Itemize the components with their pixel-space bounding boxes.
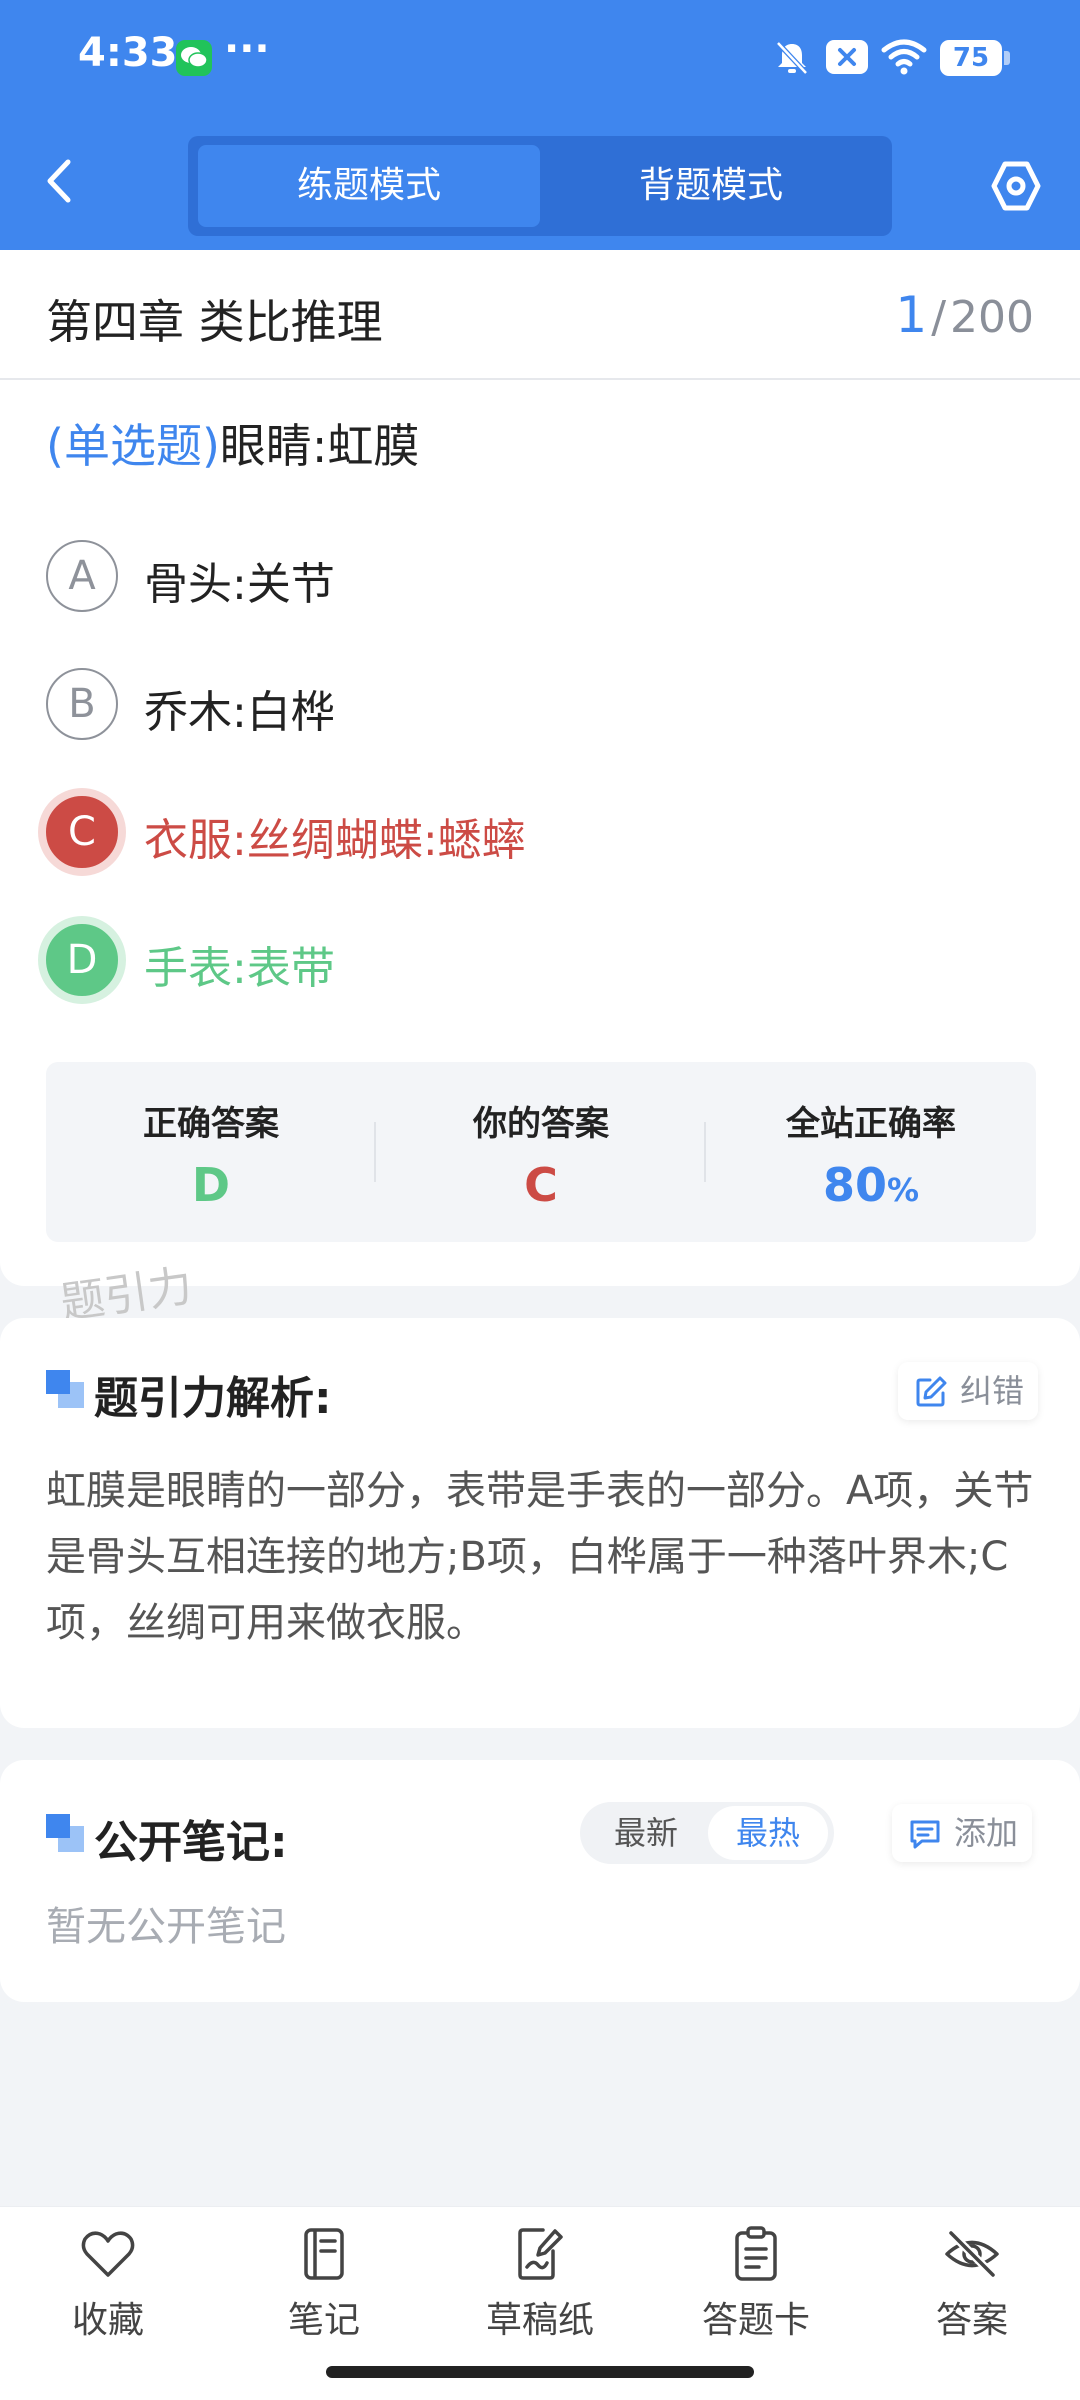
option-text: 乔木:白桦: [144, 687, 335, 738]
show-answer-button[interactable]: 答案: [882, 2225, 1062, 2365]
comment-icon: [910, 1820, 940, 1849]
stat-label: 正确答案: [143, 1104, 279, 1144]
stat-correct-answer: 正确答案 D: [46, 1062, 376, 1242]
progress-total: 200: [950, 292, 1034, 343]
question-card: 第四章 类比推理 1/200 (单选题)眼睛:虹膜 A 骨头:关节 B 乔木:白…: [0, 250, 1080, 1286]
empty-notes-message: 暂无公开笔记: [46, 1904, 286, 1950]
analysis-card: 题引力解析: 纠错 虹膜是眼睛的一部分，表带是手表的一部分。A项，关节是骨头互相…: [0, 1318, 1080, 1728]
question-stem: (单选题)眼睛:虹膜: [46, 410, 419, 476]
sort-newest-button[interactable]: 最新: [586, 1806, 706, 1860]
progress-current: 1: [895, 286, 928, 344]
question-progress: 1/200: [895, 286, 1034, 344]
heart-icon: [81, 2231, 135, 2277]
favorite-button[interactable]: 收藏: [18, 2225, 198, 2365]
stat-value: D: [191, 1158, 231, 1212]
bar-label: 答案: [935, 2300, 1008, 2341]
app-header: 4:33 ··· 75 练题模式 背题模式: [0, 0, 1080, 250]
tab-practice-mode[interactable]: 练题模式: [198, 145, 540, 227]
draft-paper-button[interactable]: 草稿纸: [450, 2225, 630, 2365]
stat-value: 80%: [706, 1158, 1036, 1212]
option-b[interactable]: B 乔木:白桦: [46, 668, 1036, 742]
answer-stats: 正确答案 D 你的答案 C 全站正确率 80%: [46, 1062, 1036, 1242]
wifi-icon: [880, 36, 928, 80]
sort-hottest-button[interactable]: 最热: [708, 1806, 828, 1860]
option-c[interactable]: C 衣服:丝绸蝴蝶:蟋蟀: [46, 796, 1036, 870]
public-notes-card: 公开笔记: 最新 最热 添加 暂无公开笔记: [0, 1760, 1080, 2002]
draft-icon: [518, 2228, 563, 2280]
question-type: (单选题): [46, 419, 220, 473]
bar-label: 笔记: [287, 2300, 360, 2341]
status-overflow-dots: ···: [224, 26, 270, 72]
report-error-button[interactable]: 纠错: [898, 1362, 1039, 1420]
add-note-button[interactable]: 添加: [892, 1804, 1033, 1862]
chapter-title: 第四章 类比推理: [46, 295, 383, 349]
bell-muted-icon: [772, 38, 812, 82]
notes-sort-toggle: 最新 最热: [580, 1802, 834, 1864]
option-letter: D: [46, 924, 118, 996]
bar-label: 草稿纸: [485, 2300, 594, 2341]
stat-label: 全站正确率: [786, 1104, 956, 1144]
section-squares-icon: [46, 1370, 84, 1408]
stat-your-answer: 你的答案 C: [376, 1062, 706, 1242]
option-a[interactable]: A 骨头:关节: [46, 540, 1036, 614]
stat-correct-rate: 全站正确率 80%: [706, 1062, 1036, 1242]
answer-card-button[interactable]: 答题卡: [666, 2225, 846, 2365]
notebook-icon: [304, 2228, 344, 2280]
back-arrow-icon[interactable]: [42, 158, 78, 208]
status-time: 4:33: [78, 30, 178, 76]
question-text: 眼睛:虹膜: [219, 419, 420, 473]
analysis-text: 虹膜是眼睛的一部分，表带是手表的一部分。A项，关节是骨头互相连接的地方;B项，白…: [46, 1468, 1034, 1646]
notes-button[interactable]: 笔记: [234, 2225, 414, 2365]
status-bar: 4:33 ··· 75: [0, 0, 1080, 120]
section-squares-icon: [46, 1814, 84, 1852]
eye-off-icon: [945, 2230, 999, 2278]
home-indicator: [326, 2366, 754, 2378]
wechat-icon: [176, 40, 212, 76]
battery-indicator: 75: [940, 40, 1010, 76]
progress-separator: /: [931, 292, 947, 343]
notes-title: 公开笔记:: [94, 1817, 288, 1868]
analysis-title: 题引力解析:: [94, 1373, 332, 1424]
tab-memorize-mode[interactable]: 背题模式: [540, 145, 882, 227]
report-error-label: 纠错: [960, 1372, 1025, 1410]
option-letter: B: [46, 668, 118, 740]
option-letter: C: [46, 796, 118, 868]
answer-card-icon: [735, 2226, 777, 2281]
settings-hexagon-icon[interactable]: [990, 160, 1042, 216]
rate-unit: %: [886, 1171, 920, 1209]
add-note-label: 添加: [954, 1814, 1019, 1852]
option-d[interactable]: D 手表:表带: [46, 924, 1036, 998]
option-letter: A: [46, 540, 118, 612]
notification-close-icon: [826, 40, 868, 74]
rate-number: 80: [822, 1158, 887, 1212]
option-text: 衣服:丝绸蝴蝶:蟋蟀: [144, 815, 526, 866]
stat-label: 你的答案: [473, 1104, 609, 1144]
stat-value: C: [524, 1158, 558, 1212]
option-text: 骨头:关节: [144, 559, 335, 610]
bar-label: 答题卡: [701, 2300, 810, 2341]
divider: [0, 378, 1080, 380]
edit-icon: [916, 1376, 947, 1407]
option-text: 手表:表带: [144, 943, 335, 994]
bar-label: 收藏: [71, 2300, 144, 2341]
mode-switch: 练题模式 背题模式: [188, 136, 892, 236]
